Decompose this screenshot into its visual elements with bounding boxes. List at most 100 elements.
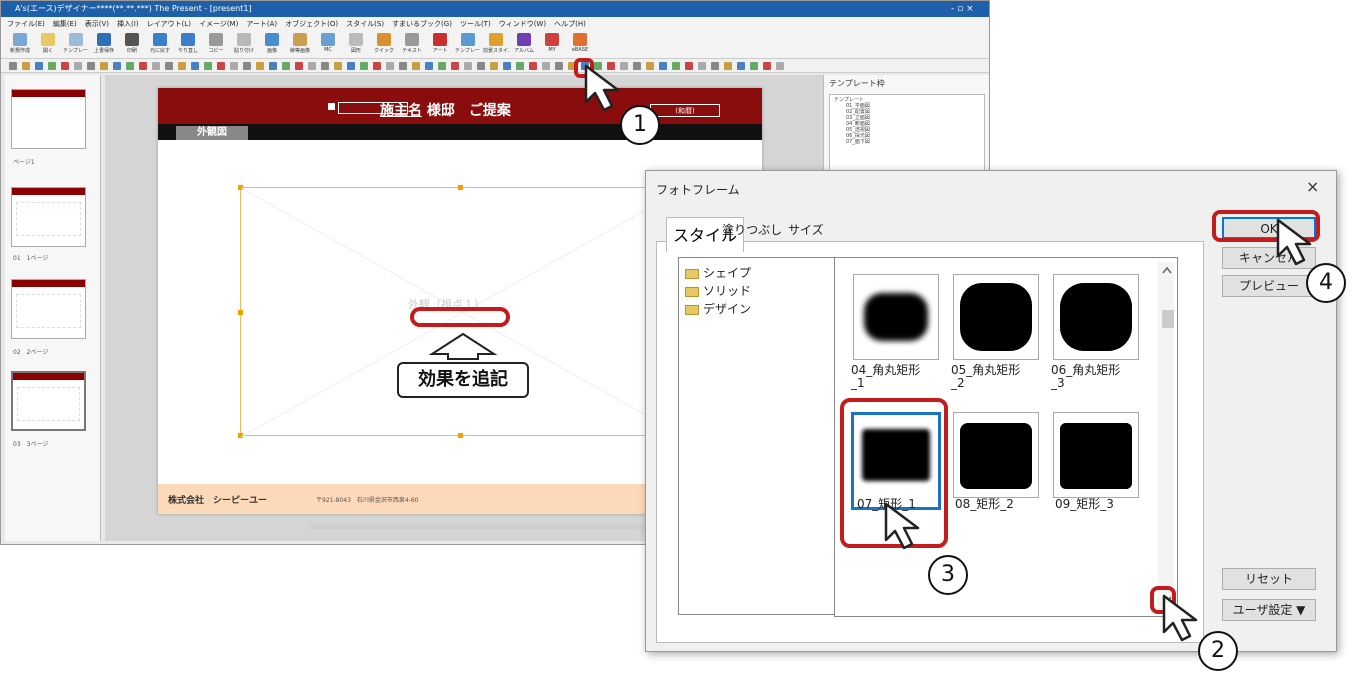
menu-item[interactable]: ウィンドウ(W) bbox=[499, 20, 546, 28]
format-tool-icon[interactable] bbox=[48, 62, 56, 70]
menu-item[interactable]: スタイル(S) bbox=[346, 20, 384, 28]
format-tool-icon[interactable] bbox=[672, 62, 680, 70]
format-tool-icon[interactable] bbox=[438, 62, 446, 70]
folder-item[interactable]: シェイプ bbox=[685, 264, 751, 281]
format-tool-icon[interactable] bbox=[126, 62, 134, 70]
page-thumbnail[interactable] bbox=[11, 89, 86, 149]
format-tool-icon[interactable] bbox=[334, 62, 342, 70]
menu-item[interactable]: アート(A) bbox=[246, 20, 277, 28]
format-tool-icon[interactable] bbox=[724, 62, 732, 70]
toolbar-button[interactable]: 印刷 bbox=[119, 33, 145, 57]
toolbar-button[interactable]: コピー bbox=[203, 33, 229, 57]
format-tool-icon[interactable] bbox=[737, 62, 745, 70]
format-tool-icon[interactable] bbox=[503, 62, 511, 70]
folder-item[interactable]: デザイン bbox=[685, 300, 751, 317]
toolbar-button[interactable]: 元に戻す bbox=[147, 33, 173, 57]
format-tool-icon[interactable] bbox=[308, 62, 316, 70]
toolbar-button[interactable]: eBASE bbox=[567, 33, 593, 57]
format-tool-icon[interactable] bbox=[659, 62, 667, 70]
format-tool-icon[interactable] bbox=[412, 62, 420, 70]
format-tool-icon[interactable] bbox=[204, 62, 212, 70]
format-tool-icon[interactable] bbox=[399, 62, 407, 70]
format-tool-icon[interactable] bbox=[360, 62, 368, 70]
format-tool-icon[interactable] bbox=[555, 62, 563, 70]
frame-thumbnail[interactable] bbox=[1053, 412, 1139, 498]
format-tool-icon[interactable] bbox=[230, 62, 238, 70]
page-thumbnail[interactable] bbox=[11, 279, 86, 339]
format-tool-icon[interactable] bbox=[529, 62, 537, 70]
format-tool-icon[interactable] bbox=[113, 62, 121, 70]
toolbar-button[interactable]: 図形 bbox=[343, 33, 369, 57]
user-settings-button[interactable]: ユーザ設定 ▼ bbox=[1222, 599, 1316, 621]
format-tool-icon[interactable] bbox=[776, 62, 784, 70]
window-controls[interactable]: - ▫ × bbox=[951, 1, 974, 17]
format-tool-icon[interactable] bbox=[685, 62, 693, 70]
format-tool-icon[interactable] bbox=[139, 62, 147, 70]
toolbar-button[interactable]: 上書保存 bbox=[91, 33, 117, 57]
format-tool-icon[interactable] bbox=[165, 62, 173, 70]
toolbar-button[interactable]: テンプレート作成 bbox=[63, 33, 89, 57]
menu-item[interactable]: 編集(E) bbox=[53, 20, 77, 28]
frame-thumbnail[interactable] bbox=[853, 274, 939, 360]
preview-button[interactable]: プレビュー bbox=[1222, 275, 1316, 297]
format-tool-icon[interactable] bbox=[295, 62, 303, 70]
toolbar-button[interactable]: MC bbox=[315, 33, 341, 57]
toolbar-button[interactable]: 貼り付け bbox=[231, 33, 257, 57]
format-tool-icon[interactable] bbox=[100, 62, 108, 70]
format-tool-icon[interactable] bbox=[347, 62, 355, 70]
format-tool-icon[interactable] bbox=[464, 62, 472, 70]
format-tool-icon[interactable] bbox=[373, 62, 381, 70]
menu-item[interactable]: 表示(V) bbox=[85, 20, 109, 28]
format-tool-icon[interactable] bbox=[542, 62, 550, 70]
toolbar-button[interactable]: MY bbox=[539, 33, 565, 57]
format-tool-icon[interactable] bbox=[178, 62, 186, 70]
reset-button[interactable]: リセット bbox=[1222, 568, 1316, 590]
toolbar-button[interactable]: やり直し bbox=[175, 33, 201, 57]
format-tool-icon[interactable] bbox=[698, 62, 706, 70]
menu-item[interactable]: すまいるブック(G) bbox=[392, 20, 452, 28]
format-tool-icon[interactable] bbox=[321, 62, 329, 70]
menu-item[interactable]: ファイル(E) bbox=[7, 20, 45, 28]
toolbar-button[interactable]: テンプレート枠 bbox=[455, 33, 481, 57]
toolbar-button[interactable]: クイック bbox=[371, 33, 397, 57]
scroll-up-icon[interactable] bbox=[1162, 266, 1172, 274]
menu-item[interactable]: ツール(T) bbox=[460, 20, 491, 28]
toolbar-button[interactable]: 新規作成 bbox=[7, 33, 33, 57]
frame-thumbnail[interactable] bbox=[953, 274, 1039, 360]
toolbar-button[interactable]: 前景スタイル bbox=[483, 33, 509, 57]
format-tool-icon[interactable] bbox=[152, 62, 160, 70]
frame-thumbnail[interactable] bbox=[953, 412, 1039, 498]
format-tool-icon[interactable] bbox=[477, 62, 485, 70]
format-tool-icon[interactable] bbox=[74, 62, 82, 70]
format-tool-icon[interactable] bbox=[711, 62, 719, 70]
format-tool-icon[interactable] bbox=[490, 62, 498, 70]
format-tool-icon[interactable] bbox=[217, 62, 225, 70]
format-tool-icon[interactable] bbox=[61, 62, 69, 70]
format-tool-icon[interactable] bbox=[386, 62, 394, 70]
format-tool-icon[interactable] bbox=[646, 62, 654, 70]
toolbar-button[interactable]: 画像 bbox=[259, 33, 285, 57]
toolbar-button[interactable]: テキスト bbox=[399, 33, 425, 57]
format-tool-icon[interactable] bbox=[256, 62, 264, 70]
page-thumbnail-selected[interactable] bbox=[11, 371, 86, 431]
format-tool-icon[interactable] bbox=[9, 62, 17, 70]
slide-title[interactable]: 施主名 様邸 ご提案 bbox=[380, 100, 511, 120]
format-tool-icon[interactable] bbox=[87, 62, 95, 70]
tab-fill[interactable]: 塗りつぶし bbox=[718, 219, 786, 240]
tab-size[interactable]: サイズ bbox=[784, 219, 828, 240]
wareki-box[interactable]: (和暦) bbox=[650, 104, 720, 117]
format-tool-icon[interactable] bbox=[282, 62, 290, 70]
template-tree[interactable]: テンプレート 01_平面図 02_配置図 03_立面図 04_断面図 05_透視図 06_採… bbox=[829, 94, 985, 174]
format-tool-icon[interactable] bbox=[243, 62, 251, 70]
format-tool-icon[interactable] bbox=[269, 62, 277, 70]
toolbar-button[interactable]: アート bbox=[427, 33, 453, 57]
menu-item[interactable]: イメージ(M) bbox=[199, 20, 238, 28]
page-thumbnail[interactable] bbox=[11, 187, 86, 247]
toolbar-button[interactable]: 開く bbox=[35, 33, 61, 57]
scrollbar-thumb[interactable] bbox=[1162, 310, 1174, 328]
format-tool-icon[interactable] bbox=[22, 62, 30, 70]
format-tool-icon[interactable] bbox=[451, 62, 459, 70]
menu-item[interactable]: オブジェクト(O) bbox=[285, 20, 338, 28]
format-tool-icon[interactable] bbox=[763, 62, 771, 70]
format-tool-icon[interactable] bbox=[35, 62, 43, 70]
